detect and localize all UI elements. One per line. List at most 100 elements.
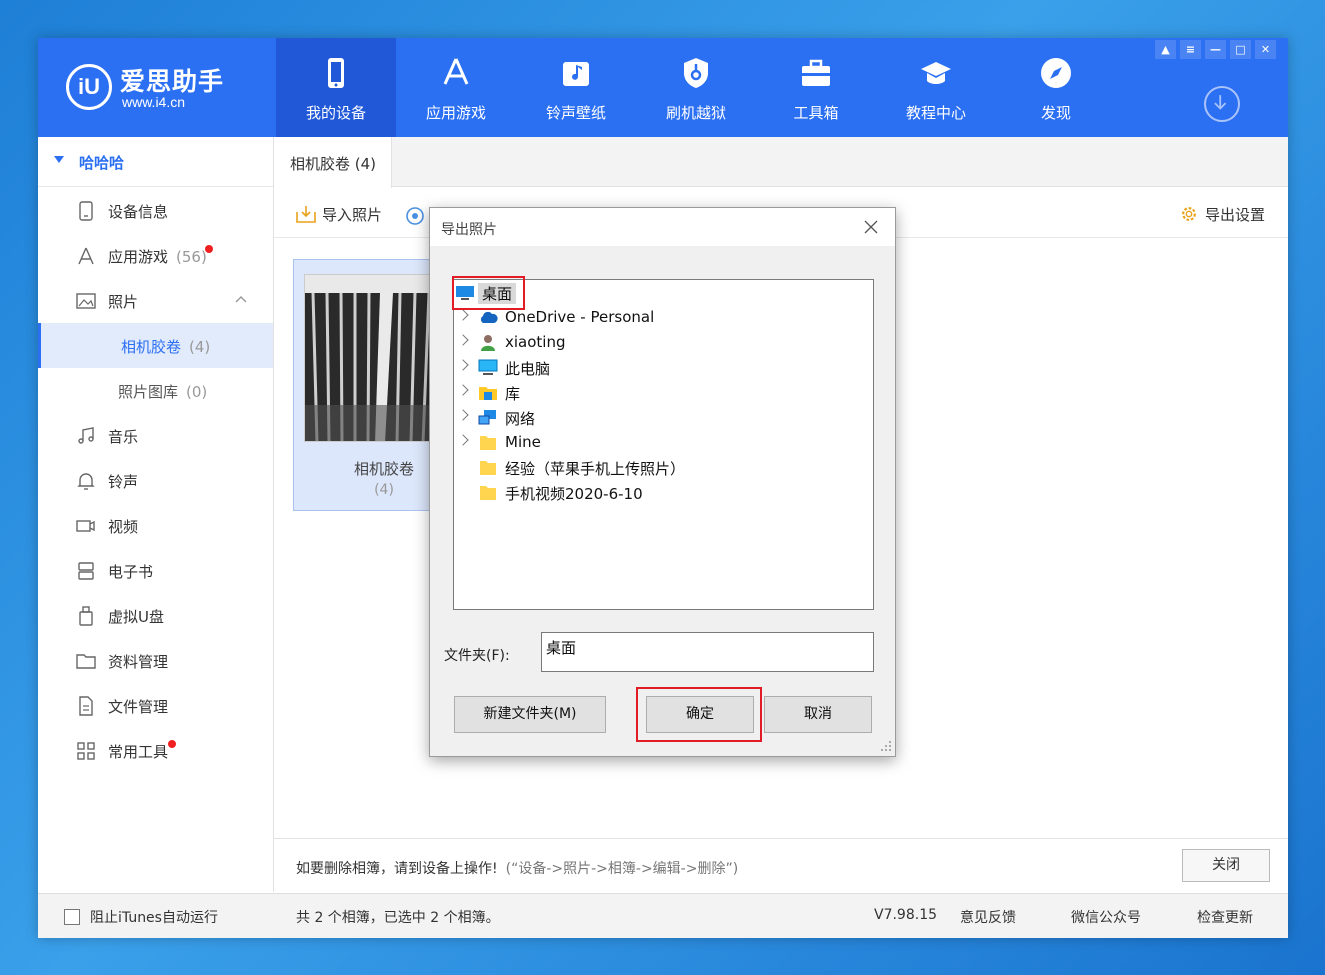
import-photos-button[interactable]: 导入照片 <box>296 204 382 225</box>
nav-label: 应用游戏 <box>425 104 486 122</box>
sidebar-item-photo-library[interactable]: 照片图库 (0) <box>38 368 273 413</box>
tree-node-network[interactable]: 网络 <box>454 406 873 430</box>
nav-my-device[interactable]: 我的设备 <box>276 38 396 137</box>
user-icon <box>481 335 495 351</box>
sidebar-item-label: 铃声 <box>108 473 139 491</box>
device-row[interactable]: 哈哈哈 <box>38 137 273 187</box>
sidebar-item-ringtones[interactable]: 铃声 <box>38 458 273 503</box>
top-nav-bar: iU 爱思助手 www.i4.cn 我的设备 应用游戏 铃声壁纸 刷机越狱 工具… <box>38 38 1288 137</box>
sidebar-item-count: (4) <box>189 338 211 356</box>
close-button[interactable]: 关闭 <box>1182 849 1270 882</box>
expand-arrow-icon[interactable] <box>457 309 469 321</box>
badge-dot <box>205 245 213 253</box>
expand-arrow-icon[interactable] <box>457 409 469 421</box>
folder-field-label: 文件夹(F): <box>444 648 510 664</box>
device-name: 哈哈哈 <box>79 154 125 172</box>
phone-icon <box>328 58 344 88</box>
library-icon <box>479 387 497 400</box>
tree-node-mine[interactable]: Mine <box>454 431 873 455</box>
tree-node-experience[interactable]: 经验（苹果手机上传照片） <box>454 456 873 480</box>
version-label: V7.98.15 <box>874 907 938 923</box>
expand-arrow-icon[interactable] <box>457 359 469 371</box>
sidebar-item-label: 应用游戏 (56) <box>108 248 207 266</box>
folder-tree: 桌面 OneDrive - Personal xiaoting 此电脑 库 网络 <box>453 279 874 610</box>
export-settings-button[interactable]: 导出设置 <box>1179 204 1265 225</box>
sidebar-item-music[interactable]: 音乐 <box>38 413 273 458</box>
nav-discover[interactable]: 发现 <box>996 38 1116 137</box>
sidebar-item-label: 资料管理 <box>108 653 169 671</box>
cloud-icon <box>480 311 498 323</box>
list-icon[interactable]: ≡ <box>1180 40 1201 59</box>
tree-node-label: 网络 <box>505 410 536 428</box>
expand-arrow-icon[interactable] <box>457 434 469 446</box>
nav-flash-jailbreak[interactable]: 刷机越狱 <box>636 38 756 137</box>
network-icon <box>478 410 496 425</box>
close-icon[interactable]: ✕ <box>1255 40 1276 59</box>
folder-icon <box>480 436 496 450</box>
tree-node-libraries[interactable]: 库 <box>454 381 873 405</box>
folder-field[interactable]: 桌面 <box>541 632 874 672</box>
maximize-icon[interactable]: □ <box>1230 40 1251 59</box>
sidebar-item-virtual-usb[interactable]: 虚拟U盘 <box>38 593 273 638</box>
sidebar-item-label: 文件管理 <box>108 698 169 716</box>
tree-node-user[interactable]: xiaoting <box>454 331 873 355</box>
expand-arrow-icon[interactable] <box>457 334 469 346</box>
wechat-link[interactable]: 微信公众号 <box>1071 907 1141 927</box>
sidebar-item-device-info[interactable]: 设备信息 <box>38 188 273 233</box>
sidebar-item-common-tools[interactable]: 常用工具 <box>38 728 273 773</box>
gear-icon <box>1182 207 1196 221</box>
sidebar-item-video[interactable]: 视频 <box>38 503 273 548</box>
sidebar-item-label: 设备信息 <box>108 203 169 221</box>
new-folder-button[interactable]: 新建文件夹(M) <box>454 696 606 733</box>
tab-camera-roll[interactable]: 相机胶卷 (4) <box>274 137 392 188</box>
tab-bar: 相机胶卷 (4) <box>274 137 1288 188</box>
cancel-button[interactable]: 取消 <box>764 696 872 733</box>
nav-label: 教程中心 <box>905 104 966 122</box>
collapse-triangle-icon[interactable] <box>54 156 64 163</box>
dialog-close-icon[interactable] <box>862 218 880 236</box>
expand-arrow-icon[interactable] <box>457 384 469 396</box>
album-card[interactable]: 相机胶卷 (4) <box>293 259 434 511</box>
nav-toolbox[interactable]: 工具箱 <box>756 38 876 137</box>
sidebar-item-ebooks[interactable]: 电子书 <box>38 548 273 593</box>
feedback-link[interactable]: 意见反馈 <box>960 907 1016 927</box>
bell-icon <box>77 473 95 490</box>
nav-tutorials[interactable]: 教程中心 <box>876 38 996 137</box>
sidebar-item-label: 照片 <box>108 293 139 311</box>
app-logo: iU 爱思助手 www.i4.cn <box>66 60 266 116</box>
sidebar-item-apps[interactable]: 应用游戏 (56) <box>38 233 273 278</box>
app-store-icon <box>78 247 94 265</box>
refresh-icon[interactable] <box>405 206 425 226</box>
nav-label: 刷机越狱 <box>665 104 726 122</box>
status-bar: 阻止iTunes自动运行 共 2 个相簿，已选中 2 个相簿。 V7.98.15… <box>38 893 1288 938</box>
sidebar-item-data-management[interactable]: 资料管理 <box>38 638 273 683</box>
computer-icon <box>478 359 498 375</box>
sidebar-item-label: 照片图库 (0) <box>118 383 208 401</box>
toolbox-icon <box>802 59 830 86</box>
nav-label: 发现 <box>1040 104 1071 122</box>
sidebar-item-file-management[interactable]: 文件管理 <box>38 683 273 728</box>
tree-node-this-pc[interactable]: 此电脑 <box>454 356 873 380</box>
nav-ringtones[interactable]: 铃声壁纸 <box>516 38 636 137</box>
minimize-icon[interactable]: — <box>1205 40 1226 59</box>
grid-icon <box>77 742 95 760</box>
tree-node-label: 手机视频2020-6-10 <box>505 485 643 503</box>
sidebar-item-label: 电子书 <box>108 563 154 581</box>
folder-icon <box>480 461 496 475</box>
nav-apps-games[interactable]: 应用游戏 <box>396 38 516 137</box>
sidebar: 哈哈哈 设备信息 应用游戏 (56) 照片 相机胶卷 (4) 照片图库 (0) 音乐 <box>38 137 274 892</box>
block-itunes-label[interactable]: 阻止iTunes自动运行 <box>90 907 218 927</box>
file-icon <box>79 696 93 716</box>
check-update-link[interactable]: 检查更新 <box>1197 907 1253 927</box>
sidebar-item-photos[interactable]: 照片 <box>38 278 273 323</box>
sidebar-item-camera-roll[interactable]: 相机胶卷 (4) <box>38 323 273 368</box>
download-icon[interactable] <box>1204 86 1240 122</box>
resize-grip-icon[interactable] <box>880 740 892 752</box>
tree-node-phone-video[interactable]: 手机视频2020-6-10 <box>454 481 873 505</box>
sidebar-item-label: 虚拟U盘 <box>108 608 164 626</box>
chevron-up-icon[interactable] <box>235 295 247 303</box>
folder-icon <box>76 654 96 669</box>
tree-node-label: Mine <box>505 433 541 451</box>
shirt-icon[interactable]: ▲ <box>1155 40 1176 59</box>
block-itunes-checkbox[interactable] <box>64 909 80 925</box>
